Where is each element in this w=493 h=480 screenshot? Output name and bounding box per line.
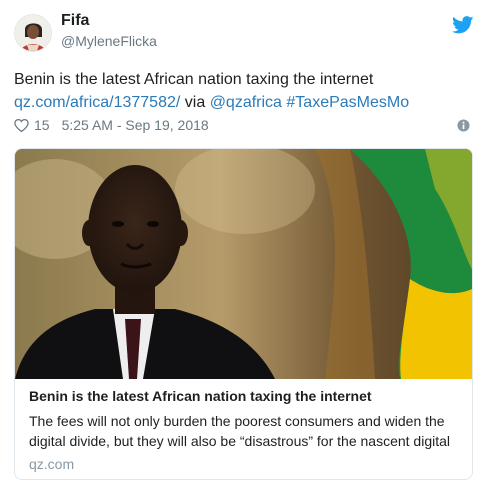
mention-link[interactable]: @qzafrica [210,94,282,111]
twitter-bird-icon[interactable] [452,16,474,34]
card-text: Benin is the latest African nation taxin… [29,387,459,473]
tweet-text: Benin is the latest African nation taxin… [14,68,479,114]
link-card[interactable]: Benin is the latest African nation taxin… [14,148,473,480]
tweet-meta: 15 5:25 AM - Sep 19, 2018 [14,115,209,135]
info-icon[interactable] [457,119,470,132]
avatar-image [15,15,51,51]
handle[interactable]: @MyleneFlicka [61,33,157,49]
tweet-text-line: Benin is the latest African nation taxin… [14,71,374,88]
like-count[interactable]: 15 [34,117,50,133]
card-domain: qz.com [29,456,75,472]
article-link[interactable]: qz.com/africa/1377582/ [14,94,180,111]
timestamp[interactable]: 5:25 AM - Sep 19, 2018 [62,117,209,133]
card-image [15,149,472,379]
card-description: The fees will not only burden the poores… [29,413,450,449]
avatar[interactable] [14,14,52,52]
hashtag-link[interactable]: #TaxePasMesMo [286,94,409,111]
embedded-tweet: Fifa @MyleneFlicka Benin is the latest A… [0,0,493,480]
card-title[interactable]: Benin is the latest African nation taxin… [29,387,459,405]
heart-icon[interactable] [14,118,29,133]
tweet-links-line: qz.com/africa/1377582/ via @qzafrica #Ta… [14,91,479,114]
via-text: via [184,94,206,111]
display-name[interactable]: Fifa [61,12,89,30]
